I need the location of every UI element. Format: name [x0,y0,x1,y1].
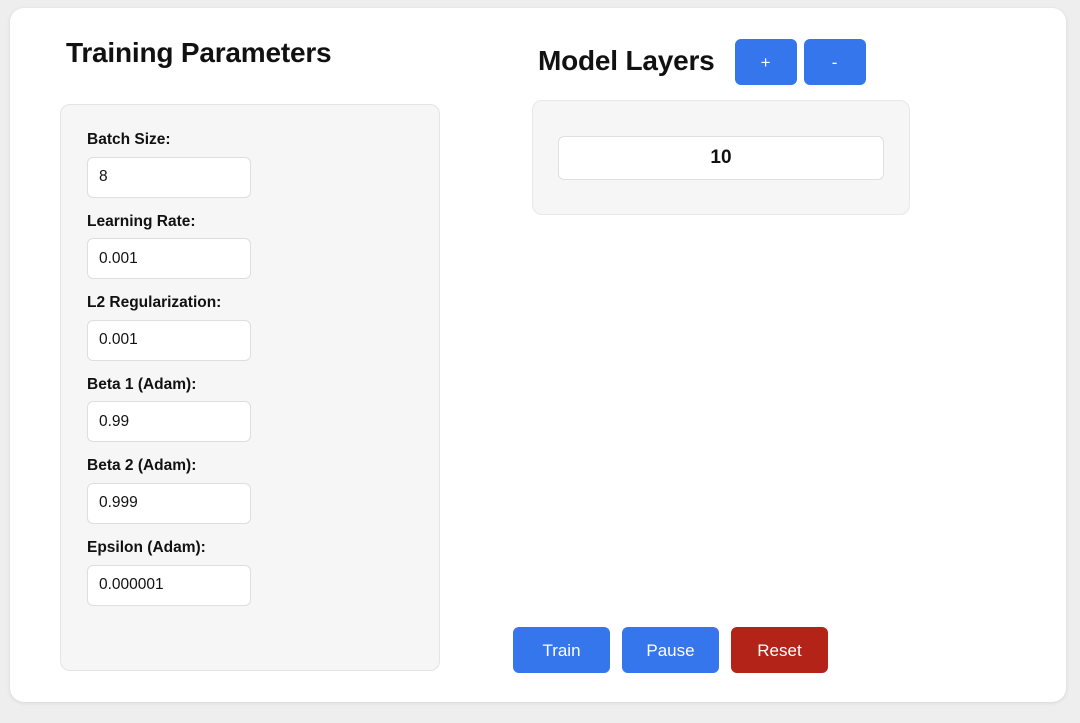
model-layers-section: Model Layers + - 10 [520,22,1040,215]
batch-size-input[interactable] [87,156,251,198]
model-layers-title: Model Layers [538,44,715,76]
layer-stepper-group: + - [734,39,866,85]
epsilon-input[interactable] [87,564,251,606]
learning-rate-input[interactable] [87,238,251,280]
label-batch-size: Batch Size: [87,131,171,148]
field-beta-2: Beta 2 (Adam): [87,457,413,524]
label-l2-regularization: L2 Regularization: [87,294,222,312]
reset-button[interactable]: Reset [731,627,828,673]
field-beta-1: Beta 1 (Adam): [87,376,413,443]
model-layers-panel: 10 [532,100,910,215]
page-title: Training Parameters [66,37,332,68]
beta-1-input[interactable] [87,401,251,443]
train-button[interactable]: Train [513,627,610,673]
label-beta-2: Beta 2 (Adam): [87,457,197,475]
field-learning-rate: Learning Rate: [87,213,413,280]
add-layer-button[interactable]: + [734,39,797,85]
field-epsilon: Epsilon (Adam): [87,539,413,606]
field-l2-regularization: L2 Regularization: [87,294,413,361]
beta-2-input[interactable] [87,482,251,524]
label-learning-rate: Learning Rate: [87,212,196,230]
app-card: Training Parameters Batch Size: Learning… [10,8,1066,702]
model-layers-header: Model Layers + - [520,22,1040,85]
l2-regularization-input[interactable] [87,319,251,361]
pause-button[interactable]: Pause [622,627,719,673]
label-beta-1: Beta 1 (Adam): [87,375,197,393]
label-epsilon: Epsilon (Adam): [87,538,206,556]
training-parameters-panel: Batch Size: Learning Rate: L2 Regulariza… [60,104,440,671]
layer-count-value[interactable]: 10 [558,135,884,180]
training-parameters-section: Training Parameters [50,22,470,70]
field-batch-size: Batch Size: [87,131,413,198]
action-button-row: Train Pause Reset [513,627,828,673]
remove-layer-button[interactable]: - [803,39,866,85]
